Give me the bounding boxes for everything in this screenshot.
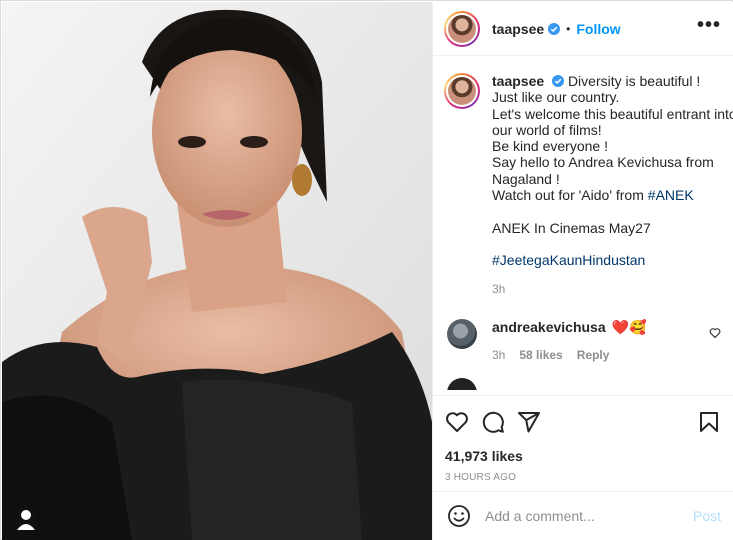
caption-line: Nagaland ! bbox=[492, 170, 560, 187]
heart-icon[interactable] bbox=[445, 410, 469, 434]
comment-input[interactable] bbox=[485, 508, 693, 524]
caption: taapsee Diversity is beautiful ! Just li… bbox=[444, 73, 733, 297]
post-comment-button[interactable]: Post bbox=[693, 508, 721, 524]
post-header: taapsee • Follow ••• bbox=[433, 2, 733, 56]
reply-button[interactable]: Reply bbox=[577, 348, 610, 362]
verified-badge-icon bbox=[552, 75, 565, 87]
like-count[interactable]: 41,973 likes bbox=[445, 448, 721, 464]
comment-time: 3h bbox=[492, 347, 506, 362]
verified-badge-icon bbox=[548, 22, 561, 35]
caption-line: our world of films! bbox=[492, 121, 602, 138]
share-icon[interactable] bbox=[517, 410, 541, 434]
comment-like-icon[interactable] bbox=[709, 327, 721, 339]
separator-dot: • bbox=[566, 21, 571, 36]
portrait-image bbox=[2, 2, 432, 540]
more-options-icon[interactable]: ••• bbox=[697, 15, 721, 38]
caption-avatar[interactable] bbox=[444, 73, 480, 109]
commenter-avatar[interactable] bbox=[447, 318, 477, 349]
user-tag-button[interactable] bbox=[14, 507, 38, 531]
user-tag-icon bbox=[17, 510, 35, 530]
post-photo[interactable] bbox=[2, 2, 432, 540]
post-timestamp: 3 HOURS AGO bbox=[445, 472, 517, 483]
caption-line: Diversity is beautiful ! bbox=[567, 73, 701, 89]
caption-time: 3h bbox=[492, 281, 506, 296]
post-modal: taapsee • Follow ••• taapsee Diversity i… bbox=[0, 0, 733, 540]
post-actions: 41,973 likes 3 HOURS AGO bbox=[433, 395, 733, 491]
caption-username[interactable]: taapsee bbox=[492, 73, 544, 89]
commenter-username[interactable]: andreakevichusa bbox=[492, 319, 606, 335]
hashtag-link[interactable]: #ANEK bbox=[648, 187, 694, 203]
comments-list[interactable]: taapsee Diversity is beautiful ! Just li… bbox=[433, 57, 733, 395]
caption-line: ANEK In Cinemas May27 bbox=[492, 219, 651, 236]
emoji-icon[interactable] bbox=[447, 504, 471, 528]
bookmark-icon[interactable] bbox=[697, 410, 721, 434]
follow-button[interactable]: Follow bbox=[576, 21, 620, 37]
caption-line: Watch out for 'Aido' from bbox=[492, 187, 648, 204]
comment-composer: Post bbox=[433, 491, 733, 540]
caption-line: Be kind everyone ! bbox=[492, 138, 608, 155]
comment-item: andreakevichusa ❤️🥰 3h 58 likes Reply bbox=[444, 318, 721, 362]
caption-line: Let's welcome this beautiful entrant int… bbox=[492, 105, 733, 122]
comment-meta: 3h 58 likes Reply bbox=[492, 348, 712, 362]
caption-line: Just like our country. bbox=[492, 89, 620, 106]
comment-likes[interactable]: 58 likes bbox=[519, 348, 562, 362]
comment-icon[interactable] bbox=[481, 410, 505, 434]
author-info: taapsee • Follow bbox=[492, 21, 621, 37]
next-comment-peek bbox=[444, 377, 721, 390]
caption-text: taapsee Diversity is beautiful ! Just li… bbox=[492, 73, 733, 297]
author-avatar[interactable] bbox=[444, 10, 480, 47]
author-username[interactable]: taapsee bbox=[492, 21, 544, 37]
hashtag-link[interactable]: #JeetegaKaunHindustan bbox=[492, 252, 720, 268]
caption-line: Say hello to Andrea Kevichusa from bbox=[492, 154, 714, 171]
comment-text: ❤️🥰 bbox=[611, 318, 647, 335]
post-sidebar: taapsee • Follow ••• taapsee Diversity i… bbox=[432, 2, 733, 540]
